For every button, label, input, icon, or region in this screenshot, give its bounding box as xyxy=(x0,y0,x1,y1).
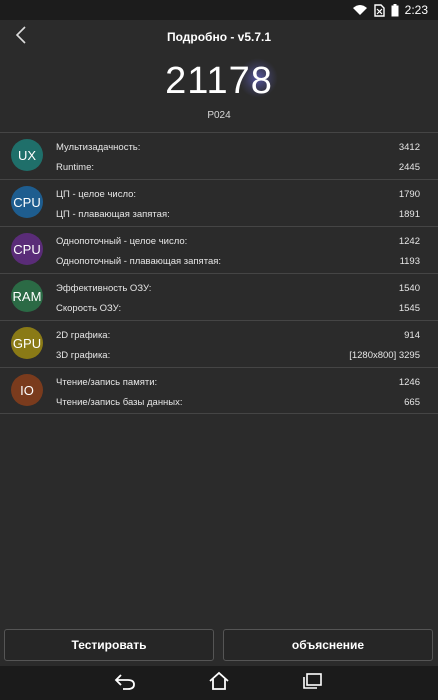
result-value: 1193 xyxy=(399,255,420,267)
recent-apps-icon xyxy=(301,672,323,695)
page-title: Подробно - v5.7.1 xyxy=(166,30,272,44)
result-label: Однопоточный - целое число: xyxy=(56,235,188,247)
result-label: 2D графика: xyxy=(56,329,111,341)
result-row-io: IO Чтение/запись памяти: 1246 Чтение/зап… xyxy=(0,367,438,414)
home-icon xyxy=(208,671,230,696)
result-line: Скорость ОЗУ: 1545 xyxy=(56,301,420,315)
result-line: Чтение/запись базы данных: 665 xyxy=(56,395,420,409)
total-score: 21178 xyxy=(165,60,273,102)
result-line: Мультизадачность: 3412 xyxy=(56,140,420,154)
nav-back-button[interactable] xyxy=(113,672,137,694)
device-model: P024 xyxy=(207,110,231,121)
result-value: [1280x800] 3295 xyxy=(349,349,420,361)
result-value: 1790 xyxy=(398,188,420,200)
header: Подробно - v5.7.1 xyxy=(0,20,438,54)
result-line: Чтение/запись памяти: 1246 xyxy=(56,375,420,389)
result-label: ЦП - целое число: xyxy=(56,188,137,200)
test-button[interactable]: Тестировать xyxy=(4,629,214,661)
result-value: 1242 xyxy=(398,235,420,247)
result-value: 1891 xyxy=(398,208,420,220)
result-value: 3412 xyxy=(398,141,420,153)
explain-button[interactable]: объяснение xyxy=(223,629,433,661)
io-badge: IO xyxy=(11,374,43,406)
result-value: 1545 xyxy=(398,302,420,314)
wifi-icon xyxy=(352,4,368,16)
results-list: UX Мультизадачность: 3412 Runtime: 2445 … xyxy=(0,132,438,414)
result-line: Однопоточный - плавающая запятая: 1193 xyxy=(56,254,420,268)
gpu-badge: GPU xyxy=(11,327,43,359)
result-label: ЦП - плавающая запятая: xyxy=(56,208,170,220)
result-value: 2445 xyxy=(398,161,420,173)
result-label: 3D графика: xyxy=(56,349,111,361)
result-line: 3D графика: [1280x800] 3295 xyxy=(56,348,420,362)
status-time: 2:23 xyxy=(404,3,428,17)
result-label: Эффективность ОЗУ: xyxy=(56,282,152,294)
result-label: Runtime: xyxy=(56,161,95,173)
result-row-ux: UX Мультизадачность: 3412 Runtime: 2445 xyxy=(0,132,438,179)
result-row-cpu: CPU ЦП - целое число: 1790 ЦП - плавающа… xyxy=(0,179,438,226)
cpu-badge: CPU xyxy=(11,186,43,218)
ux-badge: UX xyxy=(11,139,43,171)
result-line: ЦП - целое число: 1790 xyxy=(56,187,420,201)
screen: 2:23 Подробно - v5.7.1 21178 P024 UX Мул… xyxy=(0,0,438,700)
status-bar: 2:23 xyxy=(0,0,438,20)
navigation-bar xyxy=(0,666,438,700)
result-label: Чтение/запись базы данных: xyxy=(56,396,183,408)
battery-icon xyxy=(391,3,399,17)
result-value: 1540 xyxy=(398,282,420,294)
result-label: Однопоточный - плавающая запятая: xyxy=(56,255,222,267)
result-row-cpu-single: CPU Однопоточный - целое число: 1242 Одн… xyxy=(0,226,438,273)
ram-badge: RAM xyxy=(11,280,43,312)
result-line: Runtime: 2445 xyxy=(56,160,420,174)
sim-no-signal-icon xyxy=(373,3,385,17)
result-line: ЦП - плавающая запятая: 1891 xyxy=(56,207,420,221)
nav-recent-button[interactable] xyxy=(300,672,324,694)
result-label: Чтение/запись памяти: xyxy=(56,376,158,388)
back-arrow-icon xyxy=(114,672,136,695)
result-value: 665 xyxy=(404,396,420,408)
result-row-gpu: GPU 2D графика: 914 3D графика: [1280x80… xyxy=(0,320,438,367)
nav-home-button[interactable] xyxy=(207,671,231,696)
result-row-ram: RAM Эффективность ОЗУ: 1540 Скорость ОЗУ… xyxy=(0,273,438,320)
result-label: Мультизадачность: xyxy=(56,141,141,153)
result-line: Эффективность ОЗУ: 1540 xyxy=(56,281,420,295)
cpu-single-badge: CPU xyxy=(11,233,43,265)
result-value: 914 xyxy=(404,329,420,341)
result-label: Скорость ОЗУ: xyxy=(56,302,122,314)
result-line: 2D графика: 914 xyxy=(56,328,420,342)
result-value: 1246 xyxy=(398,376,420,388)
result-line: Однопоточный - целое число: 1242 xyxy=(56,234,420,248)
